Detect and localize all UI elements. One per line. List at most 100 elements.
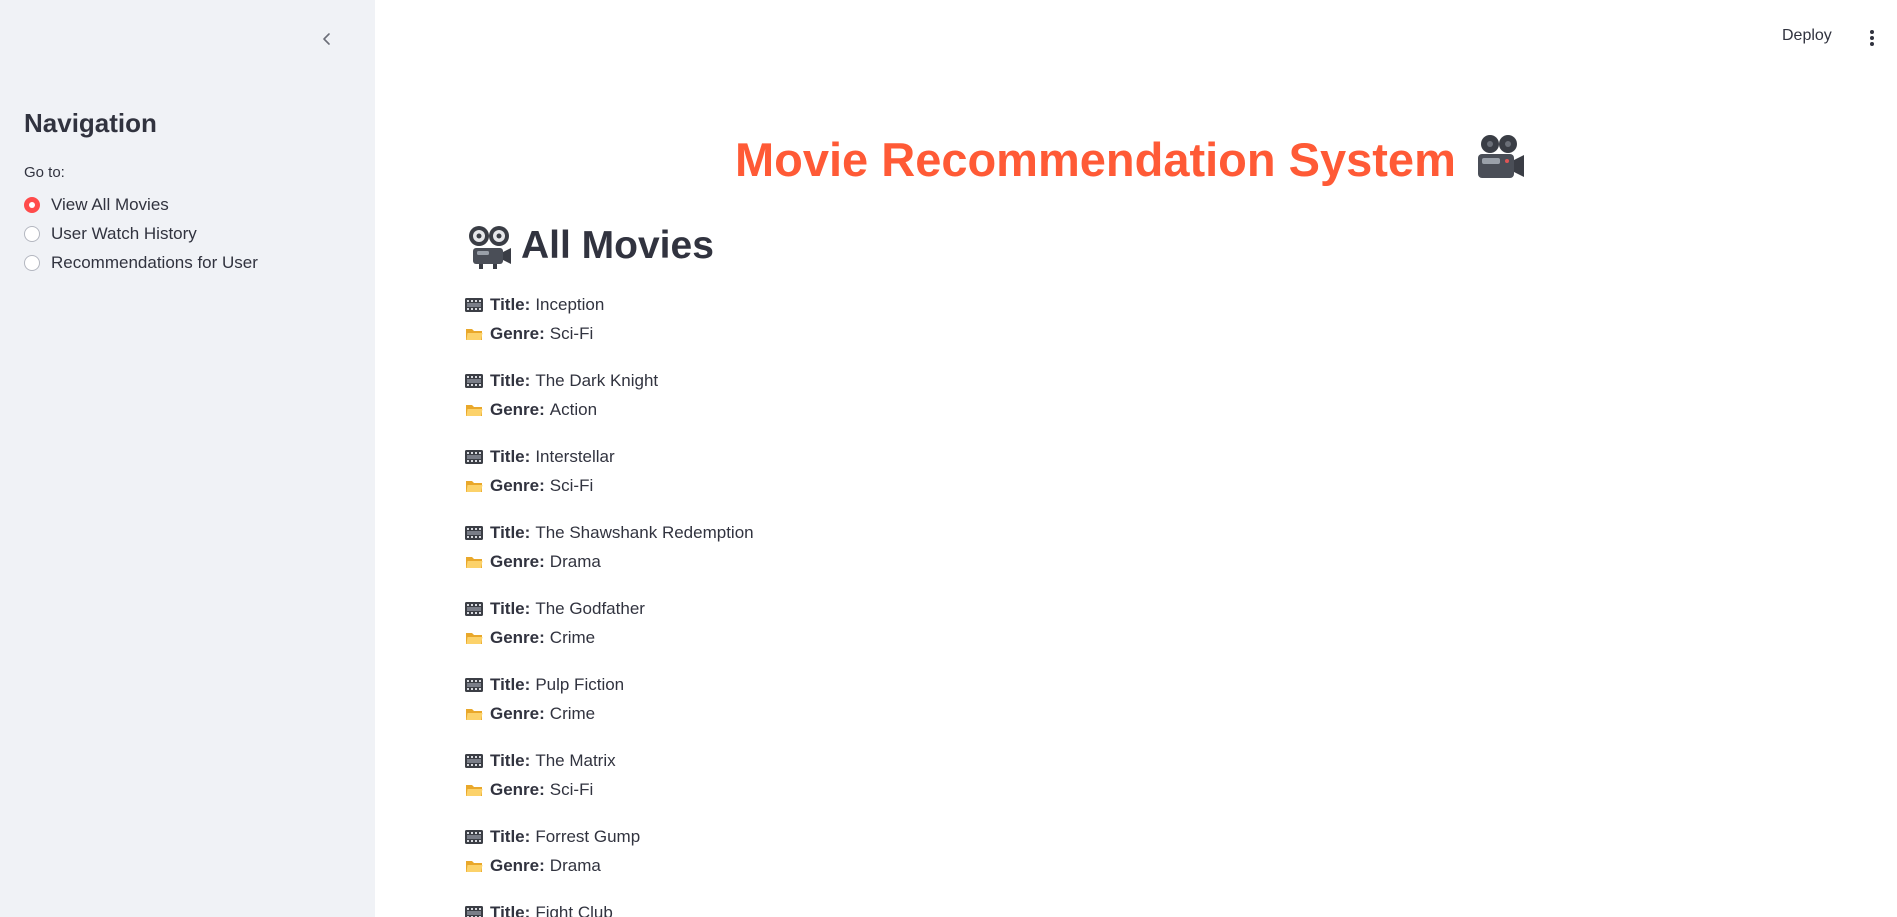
movie-item: Title: Pulp Fiction Genre: Crime	[465, 670, 754, 728]
title-key: Title:	[490, 522, 531, 542]
menu-dot	[1870, 30, 1874, 34]
movie-item: Title: Interstellar Genre: Sci-Fi	[465, 442, 754, 500]
movie-title: Forrest Gump	[535, 826, 641, 846]
film-frames-icon	[465, 677, 483, 693]
film-frames-icon	[465, 905, 483, 917]
genre-key: Genre:	[490, 475, 545, 495]
film-frames-icon	[465, 601, 483, 617]
movie-title-line: Title: Interstellar	[465, 442, 754, 471]
movie-genre-line: Genre: Crime	[465, 623, 754, 652]
movie-title: Interstellar	[535, 446, 615, 466]
menu-dot	[1870, 36, 1874, 40]
folder-icon	[465, 630, 483, 646]
movie-item: Title: The Matrix Genre: Sci-Fi	[465, 746, 754, 804]
movie-title-line: Title: Fight Club	[465, 898, 754, 917]
film-frames-icon	[465, 753, 483, 769]
title-key: Title:	[490, 294, 531, 314]
movie-title: The Godfather	[535, 598, 645, 618]
movie-genre: Sci-Fi	[549, 475, 594, 495]
page-title: Movie Recommendation System	[735, 130, 1528, 188]
movie-genre-line: Genre: Crime	[465, 699, 754, 728]
film-frames-icon	[465, 297, 483, 313]
genre-key: Genre:	[490, 627, 545, 647]
radio-view-all-movies[interactable]: View All Movies	[24, 190, 258, 219]
kebab-menu-icon[interactable]	[1866, 26, 1878, 50]
radio-button[interactable]	[24, 225, 40, 242]
film-frames-icon	[465, 525, 483, 541]
collapse-sidebar-button[interactable]	[314, 26, 340, 52]
movie-title-line: Title: Inception	[465, 290, 754, 319]
movie-title: The Dark Knight	[535, 370, 659, 390]
genre-key: Genre:	[490, 703, 545, 723]
radio-group-label: Go to:	[24, 164, 65, 181]
folder-icon	[465, 858, 483, 874]
film-frames-icon	[465, 449, 483, 465]
radio-user-watch-history[interactable]: User Watch History	[24, 219, 258, 248]
movie-item: Title: Fight Club	[465, 898, 754, 917]
movie-genre: Drama	[549, 855, 601, 875]
radio-recommendations-for-user[interactable]: Recommendations for User	[24, 248, 258, 277]
radio-button-selected[interactable]	[24, 196, 40, 213]
movie-title-line: Title: Forrest Gump	[465, 822, 754, 851]
genre-key: Genre:	[490, 855, 545, 875]
radio-option-label: User Watch History	[51, 223, 197, 243]
movie-genre-line: Genre: Sci-Fi	[465, 471, 754, 500]
movie-genre-line: Genre: Drama	[465, 547, 754, 576]
movie-item: Title: Forrest Gump Genre: Drama	[465, 822, 754, 880]
genre-key: Genre:	[490, 779, 545, 799]
title-key: Title:	[490, 598, 531, 618]
navigation-radio-group: View All Movies User Watch History Recom…	[24, 190, 258, 277]
radio-option-label: Recommendations for User	[51, 252, 258, 272]
movie-title-line: Title: The Shawshank Redemption	[465, 518, 754, 547]
film-frames-icon	[465, 373, 483, 389]
title-key: Title:	[490, 750, 531, 770]
movie-title-line: Title: The Dark Knight	[465, 366, 754, 395]
movie-genre-line: Genre: Drama	[465, 851, 754, 880]
movie-genre-line: Genre: Sci-Fi	[465, 319, 754, 348]
movie-list: Title: Inception Genre: Sci-Fi Title: The Dar…	[465, 290, 754, 917]
movie-title: The Matrix	[535, 750, 616, 770]
sidebar-title: Navigation	[24, 108, 157, 138]
movie-genre: Crime	[549, 703, 596, 723]
movie-genre: Sci-Fi	[549, 323, 594, 343]
section-heading: All Movies	[465, 222, 714, 270]
page-title-text: Movie Recommendation System	[735, 132, 1456, 186]
app-root: Navigation Go to: View All Movies User W…	[0, 0, 1897, 917]
title-key: Title:	[490, 370, 531, 390]
section-heading-text: All Movies	[521, 224, 714, 267]
movie-title-line: Title: The Godfather	[465, 594, 754, 623]
movie-genre-line: Genre: Action	[465, 395, 754, 424]
movie-title-line: Title: Pulp Fiction	[465, 670, 754, 699]
title-key: Title:	[490, 674, 531, 694]
radio-button[interactable]	[24, 254, 40, 271]
folder-icon	[465, 402, 483, 418]
title-key: Title:	[490, 826, 531, 846]
title-key: Title:	[490, 446, 531, 466]
genre-key: Genre:	[490, 323, 545, 343]
folder-icon	[465, 782, 483, 798]
folder-icon	[465, 326, 483, 342]
movie-title: The Shawshank Redemption	[535, 522, 754, 542]
folder-icon	[465, 554, 483, 570]
movie-title: Pulp Fiction	[535, 674, 625, 694]
film-projector-icon	[469, 226, 511, 269]
movie-item: Title: The Dark Knight Genre: Action	[465, 366, 754, 424]
film-frames-icon	[465, 829, 483, 845]
movie-item: Title: The Shawshank Redemption Genre: Dram…	[465, 518, 754, 576]
chevron-left-icon	[323, 33, 330, 45]
sidebar: Navigation Go to: View All Movies User W…	[0, 0, 375, 917]
folder-icon	[465, 706, 483, 722]
movie-genre-line: Genre: Sci-Fi	[465, 775, 754, 804]
radio-option-label: View All Movies	[51, 194, 169, 214]
genre-key: Genre:	[490, 399, 545, 419]
movie-camera-icon	[1477, 135, 1524, 178]
deploy-button[interactable]: Deploy	[1782, 27, 1832, 45]
movie-title: Fight Club	[535, 902, 613, 917]
menu-dot	[1870, 42, 1874, 46]
folder-icon	[465, 478, 483, 494]
movie-genre: Sci-Fi	[549, 779, 594, 799]
genre-key: Genre:	[490, 551, 545, 571]
movie-genre: Drama	[549, 551, 601, 571]
title-key: Title:	[490, 902, 531, 917]
movie-title: Inception	[535, 294, 605, 314]
